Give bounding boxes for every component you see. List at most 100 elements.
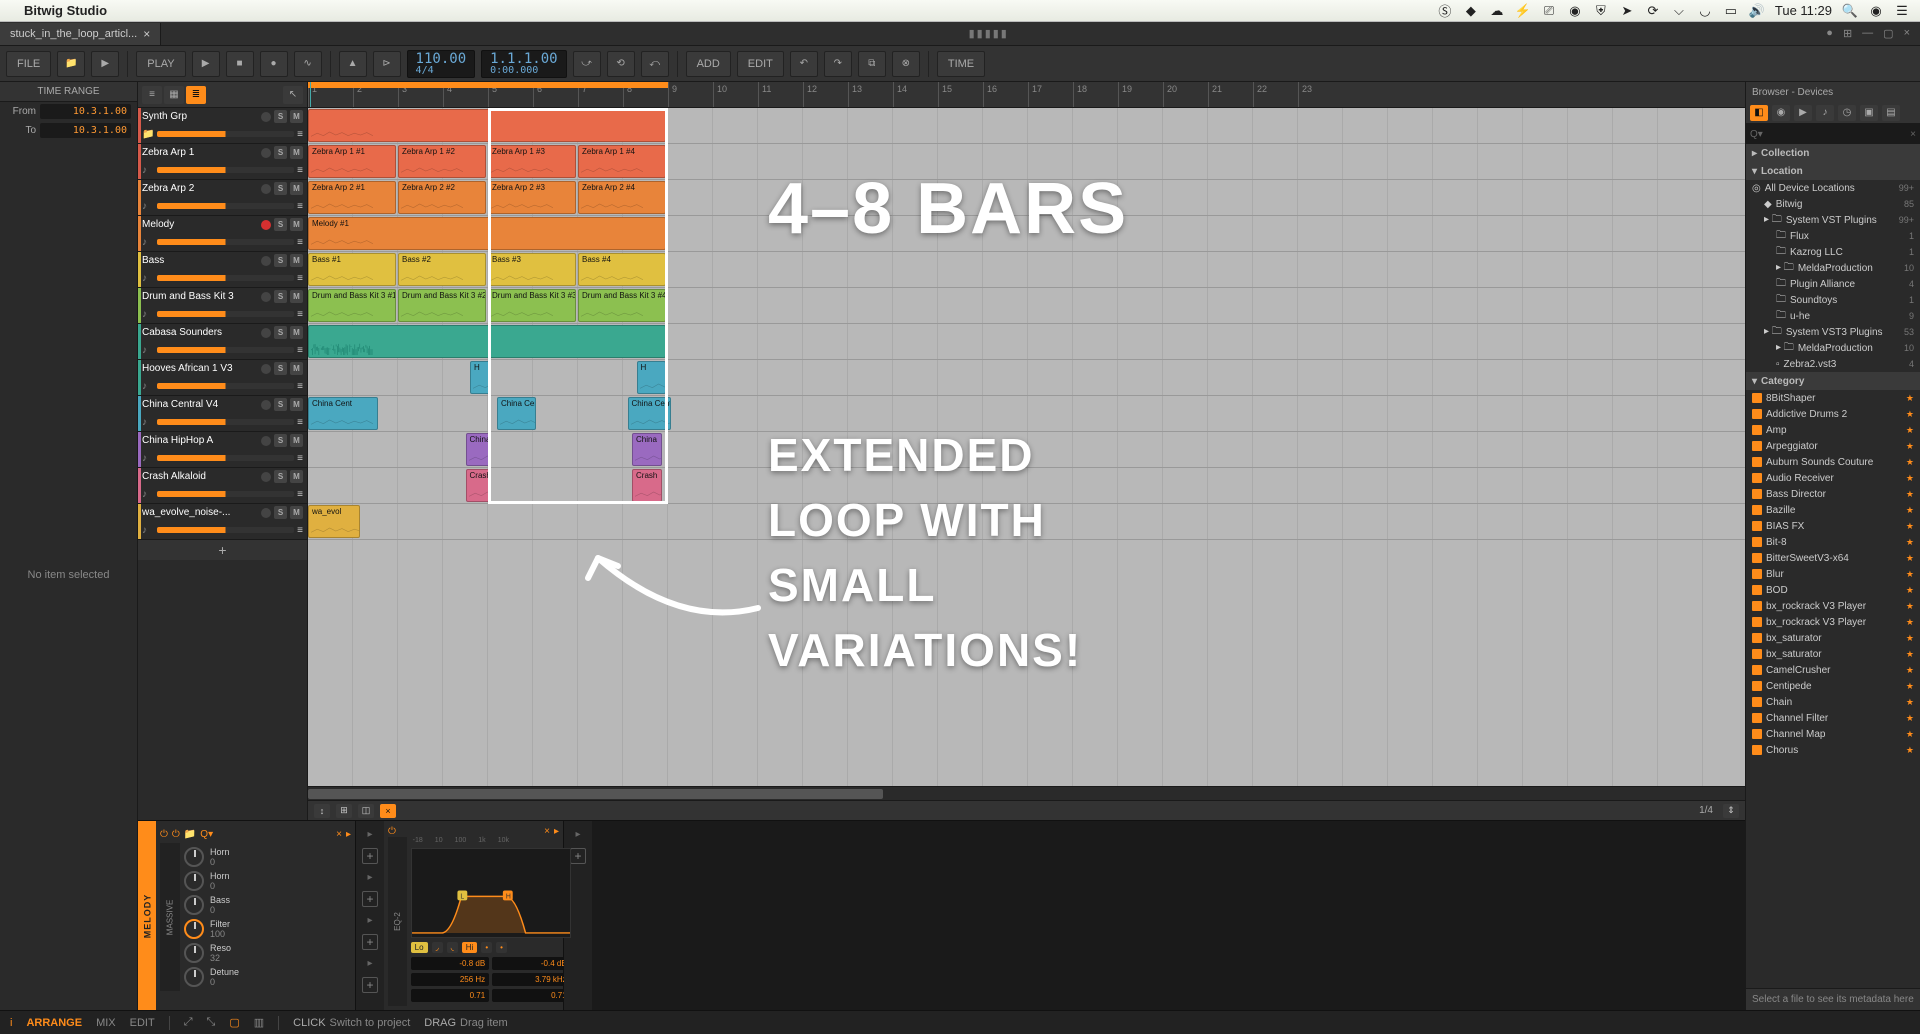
knob[interactable] (184, 967, 204, 987)
loop-region[interactable] (308, 82, 668, 88)
volume-slider[interactable] (157, 527, 294, 533)
clip[interactable]: Bass #4 (578, 253, 666, 286)
track-header[interactable]: China Central V4 S M ♪ ≡ (138, 396, 307, 432)
delete-button[interactable]: ⊗ (892, 51, 920, 77)
track-menu-icon[interactable]: ≡ (297, 165, 303, 176)
clip[interactable]: Bass #2 (398, 253, 486, 286)
volume-slider[interactable] (157, 239, 294, 245)
ruler-tick[interactable]: 13 (848, 82, 862, 107)
browser-location-item[interactable]: ▸ 🗀MeldaProduction10 (1746, 260, 1920, 276)
clip[interactable]: Drum and Bass Kit 3 #1 (308, 289, 396, 322)
eq-gain-lo[interactable]: -0.8 dB (411, 957, 490, 970)
star-icon[interactable]: ★ (1906, 697, 1914, 708)
tempo-display[interactable]: 110.00 4/4 (407, 50, 476, 78)
play-small-button[interactable]: ▶ (91, 51, 119, 77)
metronome-button[interactable]: ▲ (339, 51, 367, 77)
ruler-tick[interactable]: 20 (1163, 82, 1177, 107)
sync-icon[interactable]: ⟳ (1645, 3, 1661, 19)
record-arm-icon[interactable] (261, 292, 271, 302)
record-arm-icon[interactable] (261, 508, 271, 518)
track-header[interactable]: Zebra Arp 1 S M ♪ ≡ (138, 144, 307, 180)
ruler-tick[interactable]: 12 (803, 82, 817, 107)
device-chain-slot-1[interactable]: ▸ + ▸ + ▸ + ▸ + (356, 821, 384, 1010)
mute-button[interactable]: M (290, 218, 303, 231)
mute-button[interactable]: M (290, 398, 303, 411)
power-icon[interactable]: ⏻ (160, 829, 168, 840)
solo-button[interactable]: S (274, 326, 287, 339)
punch-out-button[interactable]: ⤺ (641, 51, 669, 77)
track-header[interactable]: wa_evolve_noise-... S M ♪ ≡ (138, 504, 307, 540)
mute-button[interactable]: M (290, 290, 303, 303)
device-eq2[interactable]: ⏻ × ▸ EQ-2 -18101001k10k (384, 821, 564, 1010)
automation-write-button[interactable]: ∿ (294, 51, 322, 77)
clip[interactable]: wa_evol (308, 505, 360, 538)
track-lane[interactable]: China CentChina CentChina Cent (308, 396, 1745, 432)
ruler-tick[interactable]: 19 (1118, 82, 1132, 107)
footer-icon-1[interactable]: ↕ (314, 804, 330, 818)
clock[interactable]: Tue 11:29 (1775, 3, 1832, 18)
mute-button[interactable]: M (290, 362, 303, 375)
track-menu-icon[interactable]: ≡ (297, 417, 303, 428)
knob-row[interactable]: Bass0 (184, 895, 239, 915)
browser-location-item[interactable]: ▫Zebra2.vst34 (1746, 356, 1920, 372)
cloud-icon[interactable]: ☁ (1489, 3, 1505, 19)
folder-icon[interactable]: 📁 (184, 829, 196, 840)
knob[interactable] (184, 919, 204, 939)
volume-slider[interactable] (157, 455, 294, 461)
chevron-icon[interactable]: ▸ (554, 826, 559, 837)
track-menu-icon[interactable]: ≡ (297, 237, 303, 248)
record-arm-icon[interactable] (261, 472, 271, 482)
mute-button[interactable]: M (290, 506, 303, 519)
skype-icon[interactable]: Ⓢ (1437, 3, 1453, 19)
siri-icon[interactable]: ◉ (1868, 3, 1884, 19)
browser-category-item[interactable]: BOD★ (1746, 582, 1920, 598)
track-header[interactable]: Synth Grp S M 📁 ≡ (138, 108, 307, 144)
browser-location-item[interactable]: ◆Bitwig85 (1746, 196, 1920, 212)
footer-close-icon[interactable]: × (380, 804, 396, 818)
notifications-icon[interactable]: ☰ (1894, 3, 1910, 19)
clock-filter-icon[interactable]: ◷ (1838, 105, 1856, 121)
lo-shape-icon[interactable]: ◞ (432, 942, 443, 953)
panel-icon-3[interactable]: ▢ (229, 1016, 239, 1029)
ruler-tick[interactable]: 17 (1028, 82, 1042, 107)
clip[interactable]: Zebra Arp 2 #2 (398, 181, 486, 214)
track-header[interactable]: China HipHop A S M ♪ ≡ (138, 432, 307, 468)
browser-location-item[interactable]: ◎All Device Locations99+ (1746, 180, 1920, 196)
browser-location-item[interactable]: 🗀u-he9 (1746, 308, 1920, 324)
track-menu-icon[interactable]: ≡ (297, 489, 303, 500)
solo-button[interactable]: S (274, 182, 287, 195)
knob-row[interactable]: Detune0 (184, 967, 239, 987)
mute-button[interactable]: M (290, 182, 303, 195)
volume-slider[interactable] (157, 311, 294, 317)
volume-slider[interactable] (157, 275, 294, 281)
clip[interactable]: Zebra Arp 2 #3 (488, 181, 576, 214)
track-lane[interactable] (308, 324, 1745, 360)
browser-category-item[interactable]: bx_rockrack V3 Player★ (1746, 614, 1920, 630)
mix-mode-button[interactable]: MIX (96, 1017, 116, 1029)
power-icon[interactable]: ⏻ (388, 826, 396, 837)
record-arm-icon[interactable] (261, 112, 271, 122)
solo-button[interactable]: S (274, 470, 287, 483)
track-header[interactable]: Hooves African 1 V3 S M ♪ ≡ (138, 360, 307, 396)
record-arm-icon[interactable] (261, 328, 271, 338)
panel-icon-1[interactable]: ⤢ (184, 1016, 193, 1029)
record-arm-icon[interactable] (261, 256, 271, 266)
close-device-icon[interactable]: × (336, 829, 342, 840)
time-to-value[interactable]: 10.3.1.00 (40, 123, 131, 138)
track-menu-icon[interactable]: ≡ (297, 129, 303, 140)
punch-in-button[interactable]: ⤻ (573, 51, 601, 77)
star-icon[interactable]: ★ (1906, 457, 1914, 468)
browser-category-item[interactable]: 8BitShaper★ (1746, 390, 1920, 406)
clip[interactable]: Zebra Arp 2 #4 (578, 181, 666, 214)
star-icon[interactable]: ★ (1906, 633, 1914, 644)
browser-category-item[interactable]: Chain★ (1746, 694, 1920, 710)
device-massive[interactable]: ⏻ ⏻ 📁 Q▾ × ▸ MASSIVE Horn0 Horn0 Bass0 F… (156, 821, 356, 1010)
mute-button[interactable]: M (290, 434, 303, 447)
star-icon[interactable]: ★ (1906, 489, 1914, 500)
info-icon[interactable]: i (10, 1017, 12, 1029)
power-icon-2[interactable]: ⏻ (172, 829, 180, 840)
solo-button[interactable]: S (274, 434, 287, 447)
clear-search-icon[interactable]: × (1910, 129, 1916, 140)
browser-category-item[interactable]: Centipede★ (1746, 678, 1920, 694)
clip[interactable]: China Cent (497, 397, 536, 430)
